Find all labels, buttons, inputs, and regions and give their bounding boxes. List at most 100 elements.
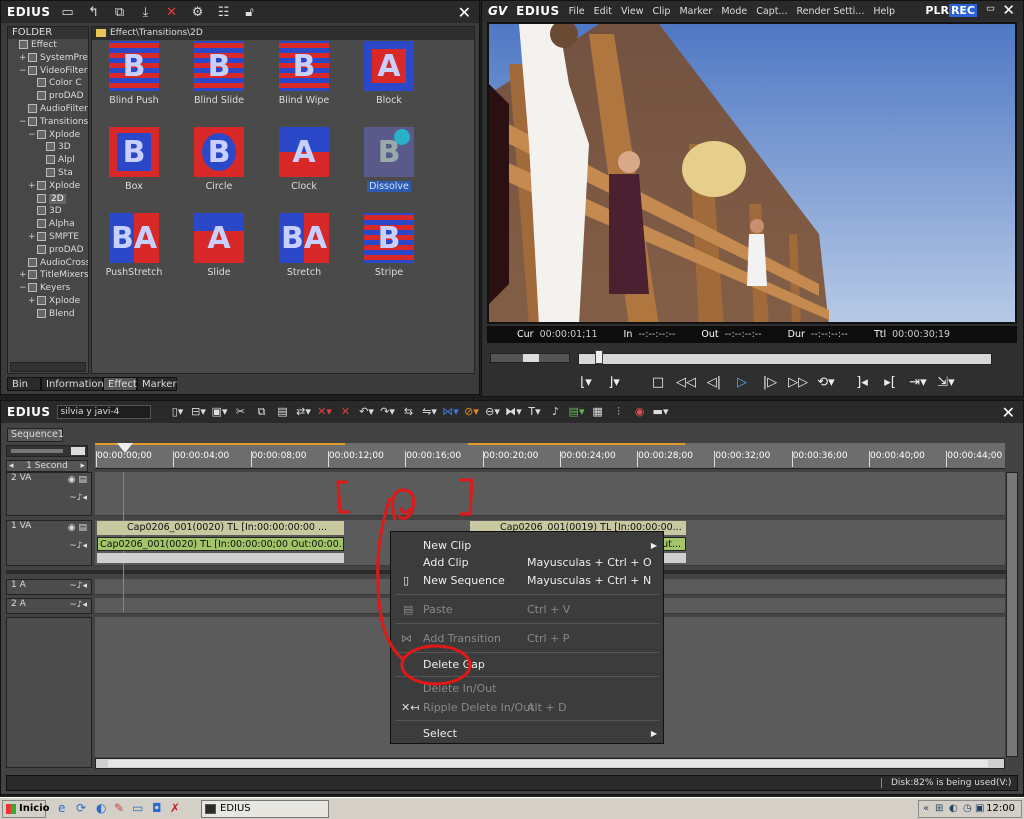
zoom-slider[interactable] bbox=[6, 445, 88, 457]
track-1va-visible-icon[interactable]: ◉ ▤ bbox=[68, 523, 87, 533]
hscroll-thumb[interactable] bbox=[108, 760, 988, 767]
track-1va-audio-icon[interactable]: ~♪◂ bbox=[69, 541, 87, 551]
tree-item[interactable]: Blend bbox=[8, 308, 88, 321]
tree-expander-icon[interactable]: − bbox=[19, 65, 28, 78]
position-knob[interactable] bbox=[595, 350, 603, 364]
tree-item[interactable]: 3D bbox=[8, 141, 88, 154]
scale-right-icon[interactable]: ▸ bbox=[80, 461, 85, 472]
voiceover-icon[interactable]: ♪ bbox=[547, 405, 565, 419]
effect-tile[interactable]: B Blind Push bbox=[94, 41, 174, 106]
properties-icon[interactable]: ⚙ bbox=[189, 5, 207, 20]
shuttle-knob[interactable] bbox=[523, 354, 539, 362]
menu-ripple-delete-inout[interactable]: ✕↤ Ripple Delete In/Out Alt + D bbox=[391, 700, 663, 716]
step-back-icon[interactable]: ◁| bbox=[702, 375, 726, 390]
tree-item[interactable]: Alpha bbox=[8, 218, 88, 231]
menu-file[interactable]: File bbox=[569, 6, 585, 17]
tab-bin[interactable]: Bin bbox=[7, 377, 41, 391]
menu-edit[interactable]: Edit bbox=[594, 6, 612, 17]
tray-network-icon[interactable]: ⊞ bbox=[935, 801, 943, 817]
overwrite-icon[interactable]: ⇲▾ bbox=[934, 375, 958, 390]
track-lane-2va[interactable] bbox=[95, 472, 1005, 516]
tree-item[interactable]: + Xplode bbox=[8, 295, 88, 308]
clip-1-video[interactable]: Cap0206_001(0020) TL [In:00:00:00:00 ... bbox=[97, 521, 344, 535]
tray-security-icon[interactable]: ▣ bbox=[975, 801, 984, 817]
video-preview[interactable] bbox=[487, 22, 1017, 324]
scale-selector[interactable]: ◂ 1 Second ▸ bbox=[6, 460, 88, 472]
tree-item[interactable]: proDAD bbox=[8, 90, 88, 103]
effect-tile[interactable]: B Blind Wipe bbox=[264, 41, 344, 106]
time-ruler[interactable]: 00:00:00;00 00:00:04;00 00:00:08;00 00:00:1… bbox=[95, 443, 1005, 469]
sequence-tab[interactable]: Sequence1 bbox=[7, 428, 64, 442]
tree-item[interactable]: − VideoFilters bbox=[8, 65, 88, 78]
menu-add-clip[interactable]: Add Clip Mayusculas + Ctrl + O bbox=[391, 555, 663, 571]
quicklaunch-ie-icon[interactable]: e bbox=[58, 801, 65, 815]
tree-item[interactable]: Effect bbox=[8, 39, 88, 52]
go-to-out-icon[interactable]: ▸[ bbox=[878, 375, 902, 390]
folder-icon[interactable]: ▭ bbox=[59, 5, 77, 20]
set-out-icon[interactable]: ⌋▾ bbox=[602, 375, 626, 390]
player-close-icon[interactable]: ✕ bbox=[1002, 1, 1015, 19]
export-icon[interactable]: ▤▾ bbox=[568, 405, 586, 419]
tree-expander-icon[interactable]: + bbox=[19, 52, 28, 65]
undo-icon[interactable]: ↶▾ bbox=[358, 405, 376, 419]
taskbar-edius-button[interactable]: EDIUS bbox=[201, 800, 329, 818]
view-mode-icon[interactable]: ☷ bbox=[215, 5, 233, 20]
set-in-icon[interactable]: ⌊▾ bbox=[574, 375, 598, 390]
menu-render-settings[interactable]: Render Setti... bbox=[796, 6, 864, 17]
up-folder-icon[interactable]: ↰ bbox=[85, 5, 103, 20]
track-header-2va[interactable]: 2 VA ◉ ▤ ~♪◂ bbox=[6, 472, 92, 516]
tree-item[interactable]: − Keyers bbox=[8, 282, 88, 295]
start-button[interactable]: Inicio bbox=[2, 800, 50, 818]
tree-item[interactable]: AudioFilters bbox=[8, 103, 88, 116]
tree-scrollbar[interactable] bbox=[10, 362, 86, 372]
tree-item[interactable]: Sta bbox=[8, 167, 88, 180]
rewind-icon[interactable]: ◁◁ bbox=[674, 375, 698, 390]
add-transition-icon[interactable]: ⋈▾ bbox=[442, 405, 460, 419]
quicklaunch-paint-icon[interactable]: ✎ bbox=[114, 801, 124, 815]
cut-icon[interactable]: ✂ bbox=[232, 405, 250, 419]
effect-tile[interactable]: B Blind Slide bbox=[179, 41, 259, 106]
tree-item[interactable]: + Xplode bbox=[8, 180, 88, 193]
track-header-2a[interactable]: 2 A ~♪◂ bbox=[6, 598, 92, 614]
mode-switch-icon[interactable]: ⇆ bbox=[400, 405, 418, 419]
menu-capture[interactable]: Capt... bbox=[756, 6, 787, 17]
open-project-icon[interactable]: ⊟▾ bbox=[190, 405, 208, 419]
track-2va-visible-icon[interactable]: ◉ ▤ bbox=[68, 475, 87, 485]
tree-item[interactable]: − Xplode bbox=[8, 129, 88, 142]
tab-effect[interactable]: Effect bbox=[103, 377, 137, 391]
effect-tile[interactable]: B Stripe bbox=[349, 213, 429, 278]
tab-information[interactable]: Information bbox=[41, 377, 104, 391]
menu-add-transition[interactable]: ⋈ Add Transition Ctrl + P bbox=[391, 631, 663, 647]
tab-marker[interactable]: Marker bbox=[137, 377, 177, 391]
menu-view[interactable]: View bbox=[621, 6, 644, 17]
sync-icon[interactable]: ⇋▾ bbox=[421, 405, 439, 419]
step-forward-icon[interactable]: |▷ bbox=[758, 375, 782, 390]
menu-delete-inout[interactable]: Delete In/Out bbox=[391, 681, 663, 697]
link-icon[interactable]: ⧓▾ bbox=[505, 405, 523, 419]
sequence-name-field[interactable]: silvia y javi-4 bbox=[56, 405, 151, 419]
save-icon[interactable]: ▣▾ bbox=[211, 405, 229, 419]
quicklaunch-desktop-icon[interactable]: ▭ bbox=[132, 801, 143, 815]
tree-item[interactable]: − Transitions bbox=[8, 116, 88, 129]
tray-arrows-icon[interactable]: « bbox=[923, 801, 929, 817]
tree-expander-icon[interactable]: − bbox=[28, 129, 37, 142]
tree-item[interactable]: 3D bbox=[8, 205, 88, 218]
timeline-close-icon[interactable]: ✕ bbox=[1002, 403, 1015, 422]
delete-icon[interactable]: ✕ bbox=[163, 5, 181, 20]
fast-forward-icon[interactable]: ▷▷ bbox=[786, 375, 810, 390]
effect-tile[interactable]: BA PushStretch bbox=[94, 213, 174, 278]
loop-icon[interactable]: ⟲▾ bbox=[814, 375, 838, 390]
scale-left-icon[interactable]: ◂ bbox=[9, 461, 14, 472]
tree-item[interactable]: + SystemPres bbox=[8, 52, 88, 65]
horizontal-scrollbar[interactable] bbox=[95, 758, 1005, 769]
copy-icon[interactable]: ⧉ bbox=[111, 5, 129, 20]
tree-item[interactable]: AudioCrossf bbox=[8, 257, 88, 270]
tree-item[interactable]: + TitleMixers bbox=[8, 269, 88, 282]
tray-clock-icon[interactable]: ◷ bbox=[963, 801, 972, 817]
tree-expander-icon[interactable]: + bbox=[19, 269, 28, 282]
tree-item[interactable]: + SMPTE bbox=[8, 231, 88, 244]
menu-mode[interactable]: Mode bbox=[721, 6, 747, 17]
copy-icon-2[interactable]: ⧉ bbox=[253, 405, 271, 419]
effect-tile[interactable]: B Box bbox=[94, 127, 174, 192]
effect-tile[interactable]: BA Stretch bbox=[264, 213, 344, 278]
